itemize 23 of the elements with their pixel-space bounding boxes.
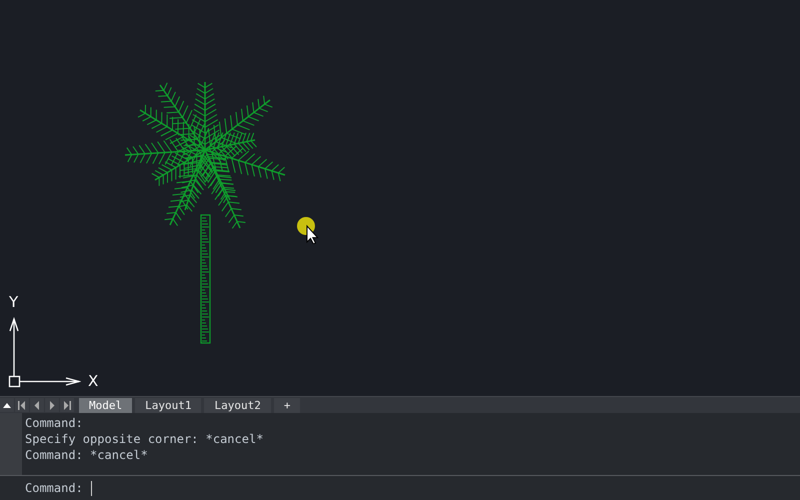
y-axis-label: Y — [9, 295, 18, 310]
history-line: Command: *cancel* — [25, 447, 148, 463]
history-line: Specify opposite corner: *cancel* — [25, 431, 264, 447]
layout-tab[interactable]: + — [274, 398, 300, 413]
expand-up-button[interactable] — [0, 398, 14, 412]
first-tab-button[interactable] — [15, 398, 29, 412]
command-prompt: Command: — [24, 480, 83, 497]
text-cursor — [90, 480, 92, 496]
cursor-icon — [297, 216, 320, 244]
previous-tab-button[interactable] — [30, 398, 44, 412]
ucs-axes-icon — [8, 317, 81, 388]
panel-grip[interactable] — [0, 413, 22, 475]
previous-tab-icon — [32, 400, 42, 410]
last-tab-button[interactable] — [60, 398, 74, 412]
first-tab-icon — [17, 400, 27, 410]
next-tab-button[interactable] — [45, 398, 59, 412]
next-tab-icon — [47, 400, 57, 410]
x-axis-label: X — [88, 374, 98, 389]
last-tab-icon — [62, 400, 72, 410]
history-line: Command: — [25, 415, 83, 431]
layout-tab[interactable]: Layout1 — [135, 398, 202, 413]
layout-tab[interactable]: Model — [79, 398, 132, 413]
layout-tab[interactable]: Layout2 — [204, 398, 271, 413]
